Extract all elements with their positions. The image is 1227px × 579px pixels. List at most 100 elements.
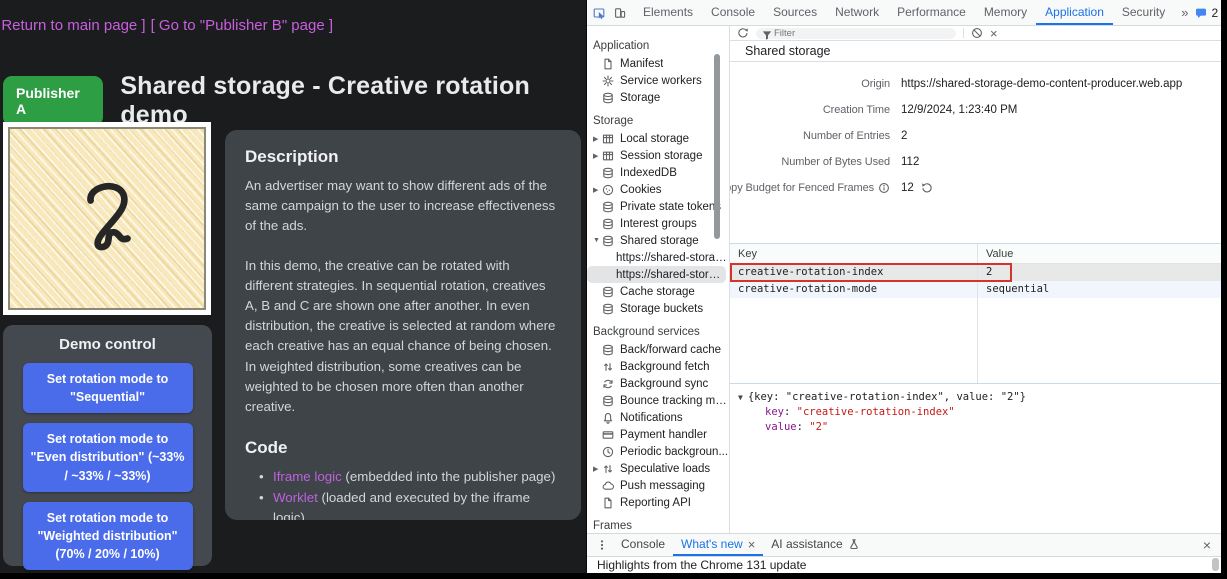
sidebar-item-interest-groups[interactable]: Interest groups (587, 215, 729, 232)
sidebar-item-back-forward-cache[interactable]: Back/forward cache (587, 341, 729, 358)
sidebar-item-storage-buckets[interactable]: Storage buckets (587, 300, 729, 317)
sidebar-item-https-shared-storage[interactable]: https://shared-storage... (587, 266, 726, 283)
report-value-text: 112 (901, 156, 919, 168)
code-link[interactable]: Iframe logic (273, 469, 342, 484)
db-icon (602, 303, 614, 315)
sidebar-item-cookies[interactable]: ▶ Cookies (587, 181, 729, 198)
key-column-header[interactable]: Key (730, 244, 977, 263)
sidebar-item-indexeddb[interactable]: IndexedDB (587, 164, 729, 181)
panel-toolbar: × (730, 26, 1221, 41)
report-value: 2 (901, 130, 907, 142)
rotation-mode-button-1[interactable]: Set rotation mode to "Even distribution"… (23, 423, 193, 491)
sidebar-item-push-messaging[interactable]: Push messaging (587, 477, 729, 494)
info-icon[interactable] (878, 182, 890, 194)
reset-icon[interactable] (921, 182, 933, 194)
chevron-right-icon[interactable]: ▶ (593, 135, 602, 143)
report-value-text: 12/9/2024, 1:23:40 PM (901, 104, 1017, 116)
expander-triangle-icon[interactable]: ▼ (738, 390, 743, 405)
sidebar-item-reporting-api[interactable]: Reporting API (587, 494, 729, 511)
tab-elements[interactable]: Elements (634, 0, 702, 25)
tab-memory[interactable]: Memory (975, 0, 1036, 25)
sidebar-item-local-storage[interactable]: ▶Local storage (587, 130, 729, 147)
sidebar-item-periodic-backgroun[interactable]: Periodic backgroun... (587, 443, 729, 460)
whats-new-content: Highlights from the Chrome 131 update (587, 557, 1221, 573)
sidebar-item-manifest[interactable]: Manifest (587, 55, 729, 72)
filter-input[interactable] (756, 28, 956, 39)
sidebar-item-payment-handler[interactable]: Payment handler (587, 426, 729, 443)
sidebar-item-background-sync[interactable]: Background sync (587, 375, 729, 392)
drawer-scrollbar[interactable] (1212, 558, 1219, 571)
db-icon (602, 395, 614, 407)
nav-link-1[interactable]: [ Go to "Publisher B" page ] (151, 17, 333, 34)
chevron-right-icon[interactable]: ▶ (593, 465, 602, 473)
sidebar-item-background-fetch[interactable]: Background fetch (587, 358, 729, 375)
sidebar-item-label: Storage buckets (620, 303, 703, 315)
report-row-entropy-budget-for-fenced-frames: Entropy Budget for Fenced Frames12 (730, 175, 1221, 201)
flask-icon (848, 538, 860, 550)
code-link[interactable]: Worklet (273, 490, 318, 505)
nav-link-0[interactable]: [ Return to main page ] (0, 17, 146, 34)
column-divider[interactable] (977, 244, 978, 383)
table-row[interactable]: creative-rotation-index2 (730, 264, 1221, 281)
cookie-icon (602, 184, 614, 196)
sidebar-item-label: Back/forward cache (620, 344, 721, 356)
code-list-item: Iframe logic (embedded into the publishe… (259, 467, 561, 488)
report-label-text: Entropy Budget for Fenced Frames (730, 182, 874, 194)
db-icon (602, 92, 614, 104)
rotation-mode-button-2[interactable]: Set rotation mode to "Weighted distribut… (23, 502, 193, 570)
devtools-tabbar: ElementsConsoleSourcesNetworkPerformance… (587, 0, 1221, 26)
chevron-right-icon[interactable]: ▶ (593, 186, 602, 194)
drawer-tab-ai-assistance[interactable]: AI assistance (763, 534, 867, 556)
close-drawer-icon[interactable]: × (1203, 534, 1221, 556)
more-tabs-chevron[interactable]: » (1174, 0, 1195, 25)
tab-sources[interactable]: Sources (764, 0, 826, 25)
report-value-text: https://shared-storage-demo-content-prod… (901, 78, 1182, 90)
card-icon (602, 429, 614, 441)
value-column-header[interactable]: Value (977, 244, 1013, 263)
drawer-tab-console[interactable]: Console (613, 534, 673, 556)
sidebar-item-private-state-tokens[interactable]: Private state tokens (587, 198, 729, 215)
sidebar-item-cache-storage[interactable]: Cache storage (587, 283, 729, 300)
sidebar-item-https-shared-storage[interactable]: https://shared-storage... (587, 249, 729, 266)
device-toolbar-icon[interactable] (614, 7, 626, 19)
drawer-menu-dots-icon[interactable] (591, 534, 613, 556)
table-row[interactable]: creative-rotation-modesequential (730, 281, 1221, 298)
close-tab-icon[interactable]: × (748, 537, 756, 552)
inspect-element-icon[interactable] (593, 7, 605, 19)
sidebar-item-bounce-tracking-miti[interactable]: Bounce tracking miti... (587, 392, 729, 409)
report-value: https://shared-storage-demo-content-prod… (901, 78, 1182, 90)
delete-selected-icon[interactable]: × (990, 27, 998, 40)
sidebar-item-label: Manifest (620, 58, 663, 70)
sidebar-item-shared-storage[interactable]: ▼Shared storage (587, 232, 729, 249)
sidebar-item-label: Background fetch (620, 361, 710, 373)
tab-security[interactable]: Security (1113, 0, 1174, 25)
issues-counter[interactable]: 2 (1195, 6, 1218, 20)
sidebar-item-notifications[interactable]: Notifications (587, 409, 729, 426)
doc-icon (602, 58, 614, 70)
report-label: Number of Entries (730, 130, 890, 142)
sidebar-item-service-workers[interactable]: Service workers (587, 72, 729, 89)
sidebar-item-label: Payment handler (620, 429, 707, 441)
description-paragraph: An advertiser may want to show different… (245, 176, 561, 237)
tab-console[interactable]: Console (702, 0, 764, 25)
drawer-tab-what-s-new[interactable]: What's new× (673, 534, 763, 556)
code-link-note: (embedded into the publisher page) (342, 469, 556, 484)
chevron-down-icon[interactable]: ▼ (593, 237, 602, 244)
refresh-icon[interactable] (737, 27, 749, 39)
sidebar-item-label: Reporting API (620, 497, 691, 509)
sidebar-section-title: Application (587, 37, 729, 55)
block-clear-icon[interactable] (971, 27, 983, 39)
db-icon (602, 286, 614, 298)
chevron-right-icon[interactable]: ▶ (593, 152, 602, 160)
sidebar-item-speculative-loads[interactable]: ▶Speculative loads (587, 460, 729, 477)
tab-performance[interactable]: Performance (888, 0, 975, 25)
sidebar-item-label: Cookies (620, 184, 662, 196)
sidebar-item-storage[interactable]: Storage (587, 89, 729, 106)
tab-application[interactable]: Application (1036, 0, 1113, 25)
sidebar-item-session-storage[interactable]: ▶Session storage (587, 147, 729, 164)
rotation-mode-button-0[interactable]: Set rotation mode to "Sequential" (23, 363, 193, 413)
tab-network[interactable]: Network (826, 0, 888, 25)
cell-key: creative-rotation-index (730, 264, 977, 281)
preview-property: key"creative-rotation-index" (738, 405, 1213, 420)
sidebar-scrollbar[interactable] (714, 54, 720, 239)
